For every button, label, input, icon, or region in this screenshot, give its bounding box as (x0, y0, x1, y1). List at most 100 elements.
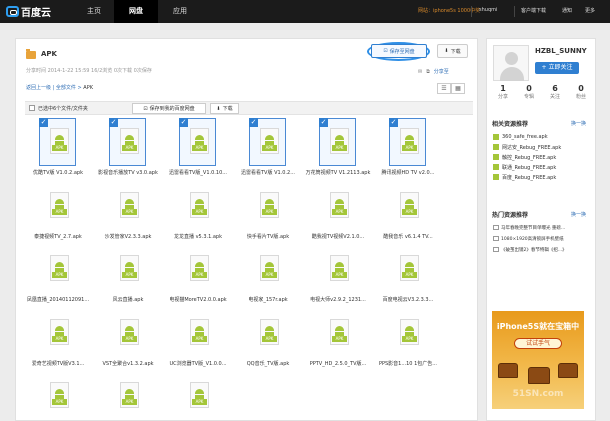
try-luck-button[interactable]: 试试手气 (514, 338, 562, 349)
file-item[interactable]: APK UC浏览器TV版_V1.0.0... (163, 309, 233, 373)
file-thumbnail[interactable]: ✓ APK (179, 118, 216, 166)
file-name[interactable]: 迅雷看看TV版 V1.0.2... (233, 169, 303, 176)
file-item[interactable]: ✓ APK 影视音乐播放TV v3.0.apk (93, 118, 163, 182)
breadcrumb-back[interactable]: 返回上一级 (26, 85, 51, 91)
stat-following[interactable]: 6 关注 (542, 84, 568, 104)
save-selected-button[interactable]: ⊡ 保存到我的百度网盘 (132, 103, 206, 114)
file-name[interactable]: 百度电视云V3.2.3.3... (373, 296, 443, 303)
file-item[interactable]: APKLetClient_Crack_Ba... (93, 372, 163, 421)
file-thumbnail[interactable]: APK (39, 182, 76, 230)
promo-banner[interactable]: iPhone5S就在宝箱中 试试手气 51SN.com (492, 311, 584, 409)
hot-refresh-link[interactable]: 换一换 (571, 211, 586, 218)
breadcrumb-all-files[interactable]: 全部文件 (56, 85, 76, 91)
download-button[interactable]: ⬇ 下载 (437, 44, 468, 58)
nav-tab-apps[interactable]: 应用 (158, 0, 202, 23)
file-thumbnail[interactable]: APK (249, 182, 286, 230)
nav-tab-home[interactable]: 主页 (74, 0, 114, 23)
save-to-netdisk-button[interactable]: ⊡ 保存至网盘 (371, 44, 427, 58)
file-item[interactable]: ✓ APK 迅雷看看TV版 V1.0.2... (233, 118, 303, 182)
file-item[interactable]: ✓ APK 万花筒视频TV V1.2113.apk (303, 118, 373, 182)
file-name[interactable]: UC浏览器TV版_V1.0.0... (163, 360, 233, 367)
file-item[interactable]: APK 爱奇艺视频TV版V3.1... (23, 309, 93, 373)
file-item[interactable]: ✓ APK 迅雷看看TV版_V1.0.10... (163, 118, 233, 182)
file-item[interactable]: APK 快手看片TV版.apk (233, 182, 303, 246)
list-item[interactable]: 1080×1920高清锁屏手机壁纸 (493, 233, 593, 244)
baidu-yun-logo[interactable]: 百度云 (6, 4, 51, 19)
related-refresh-link[interactable]: 换一换 (571, 120, 586, 127)
file-thumbnail[interactable]: APK (249, 309, 286, 357)
file-thumbnail[interactable]: ✓ APK (389, 118, 426, 166)
avatar[interactable] (493, 45, 529, 81)
file-thumbnail[interactable]: ✓ APK (39, 118, 76, 166)
file-name[interactable]: 万花筒视频TV V1.2113.apk (303, 169, 373, 176)
checkbox-checked-icon[interactable]: ✓ (249, 118, 258, 127)
file-thumbnail[interactable]: APK (179, 309, 216, 357)
file-item[interactable]: APK 沙发管家V2.3.3.apk (93, 182, 163, 246)
file-name[interactable]: 凤凰直播_20140112091... (23, 296, 93, 303)
file-name[interactable]: 快手看片TV版.apk (233, 233, 303, 240)
file-thumbnail[interactable]: APK (319, 309, 356, 357)
file-item[interactable]: APK 电视家_157r.apk (233, 245, 303, 309)
file-name[interactable]: 酷我音乐 v6.1.4 TV... (373, 233, 443, 240)
file-thumbnail[interactable]: APK (249, 245, 286, 293)
file-item[interactable]: APK 百度电视云V3.2.3.3... (373, 245, 443, 309)
checkbox-checked-icon[interactable]: ✓ (39, 118, 48, 127)
file-item[interactable]: APK 泰捷视频TV_2.7.apk (23, 182, 93, 246)
client-download-link[interactable]: 客户端下载 (521, 7, 546, 14)
file-thumbnail[interactable]: APK (109, 372, 146, 420)
grid-view-icon[interactable]: ▦ (451, 83, 465, 94)
checkbox-checked-icon[interactable]: ✓ (179, 118, 188, 127)
file-name[interactable]: PPS影音1...10 1包广告... (373, 360, 443, 367)
file-thumbnail[interactable]: APK (389, 309, 426, 357)
user-menu[interactable]: shuqmi (479, 7, 497, 13)
file-thumbnail[interactable]: APK (39, 372, 76, 420)
file-thumbnail[interactable]: ✓ APK (249, 118, 286, 166)
list-item[interactable]: 《破茧出镜2》春节特辑《招...》 (493, 244, 593, 255)
file-item[interactable]: APK 凤凰直播_20140112091... (23, 245, 93, 309)
file-item[interactable]: APK 风云直播.apk (93, 245, 163, 309)
file-thumbnail[interactable]: ✓ APK (319, 118, 356, 166)
follow-button[interactable]: + 立即关注 (535, 62, 579, 74)
file-name[interactable]: 迅雷看看TV版_V1.0.10... (163, 169, 233, 176)
list-item[interactable]: 360_safe_free.apk (493, 132, 561, 142)
file-name[interactable]: 酷我视TV视频V2.1.0... (303, 233, 373, 240)
checkbox-checked-icon[interactable]: ✓ (389, 118, 398, 127)
sharer-name[interactable]: HZBL_SUNNY (535, 47, 587, 55)
more-menu[interactable]: 更多 (585, 7, 595, 14)
file-name[interactable]: 泰捷视频TV_2.7.apk (23, 233, 93, 240)
file-item[interactable]: APKonlinetv.apk (23, 372, 93, 421)
file-item[interactable]: APK 酷我音乐 v6.1.4 TV... (373, 182, 443, 246)
list-item[interactable]: 触控_Rebug_FREE.apk (493, 152, 561, 162)
file-thumbnail[interactable]: APK (179, 182, 216, 230)
stat-albums[interactable]: 0 专辑 (516, 84, 542, 104)
file-name[interactable]: PPTV_HD_2.5.0_TV版... (303, 360, 373, 367)
notifications-link[interactable]: 通知 (562, 7, 572, 14)
report-icon[interactable]: ✉ (418, 69, 422, 75)
list-view-icon[interactable]: ☰ (437, 83, 451, 94)
file-thumbnail[interactable]: APK (39, 245, 76, 293)
file-item[interactable]: APK PPS影音1...10 1包广告... (373, 309, 443, 373)
stat-fans[interactable]: 0 粉丝 (568, 84, 594, 104)
share-to-menu[interactable]: 分享至 (434, 68, 449, 75)
file-name[interactable]: 电视大师v2.9.2_1231... (303, 296, 373, 303)
file-item[interactable]: ✓ APK 优酷TV版 V1.0.2.apk (23, 118, 93, 182)
copy-icon[interactable]: ⧉ (426, 69, 430, 75)
list-item[interactable]: 联通_Rebug_FREE.apk (493, 162, 561, 172)
stat-shares[interactable]: 1 分享 (490, 84, 516, 104)
file-name[interactable]: 腾讯视频HD TV v2.0... (373, 169, 443, 176)
list-item[interactable]: 百度_Rebug_FREE.apk (493, 172, 561, 182)
checkbox-checked-icon[interactable]: ✓ (319, 118, 328, 127)
select-all-checkbox[interactable] (29, 105, 35, 111)
file-item[interactable]: APK 龙龙直播 v5.3.1.apk (163, 182, 233, 246)
file-thumbnail[interactable]: APK (319, 245, 356, 293)
file-thumbnail[interactable]: APK (319, 182, 356, 230)
file-thumbnail[interactable]: APK (109, 182, 146, 230)
checkbox-checked-icon[interactable]: ✓ (109, 118, 118, 127)
file-item[interactable]: APK PPTV_HD_2.5.0_TV版... (303, 309, 373, 373)
file-item[interactable]: APK 电视大师v2.9.2_1231... (303, 245, 373, 309)
file-name[interactable]: 影视音乐播放TV v3.0.apk (93, 169, 163, 176)
file-name[interactable]: 电视猫MoreTV2.0.0.apk (163, 296, 233, 303)
file-item[interactable]: APK 电视猫MoreTV2.0.0.apk (163, 245, 233, 309)
file-name[interactable]: 龙龙直播 v5.3.1.apk (163, 233, 233, 240)
file-thumbnail[interactable]: APK (179, 245, 216, 293)
